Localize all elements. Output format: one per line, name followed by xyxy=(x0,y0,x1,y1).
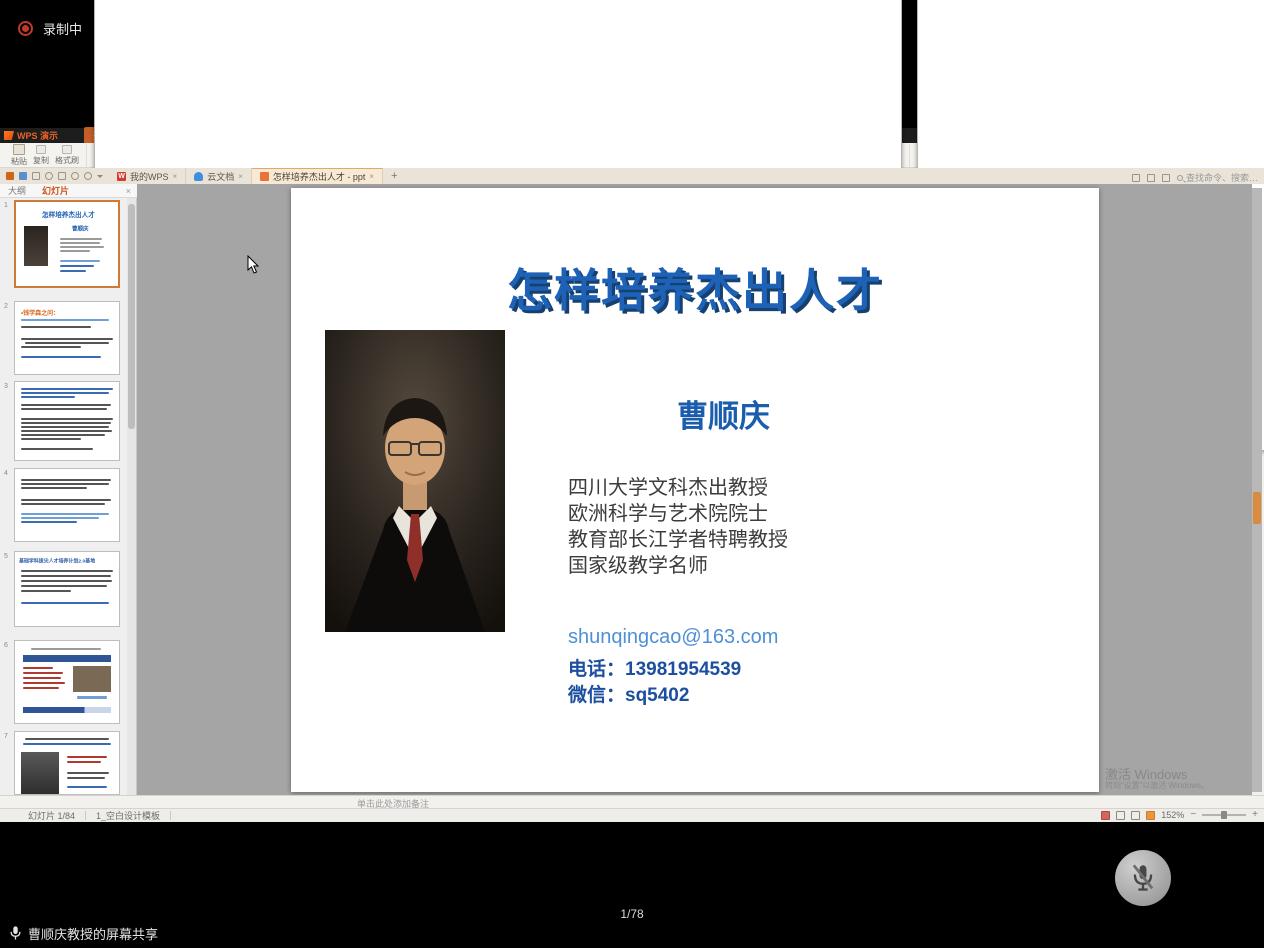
template-name: 1_空白设计模板 xyxy=(96,809,160,822)
wps-home-icon: W xyxy=(117,172,126,181)
redo-icon[interactable] xyxy=(84,172,92,180)
wps-logo-icon xyxy=(4,131,14,140)
presentation-file-icon xyxy=(260,172,269,181)
slide-wechat: 微信：sq5402 xyxy=(568,680,689,707)
thumb-photo xyxy=(21,752,59,794)
mouse-cursor xyxy=(247,255,261,275)
status-bar: 幻灯片 1/84 1_空白设计模板 xyxy=(0,808,1264,822)
author-portrait-photo xyxy=(325,330,505,632)
main-scrollbar[interactable] xyxy=(1252,188,1262,792)
thumb-photo xyxy=(24,226,48,266)
output-icon[interactable] xyxy=(32,172,40,180)
slide-author-name: 曹顺庆 xyxy=(677,391,770,436)
zoom-slider-knob[interactable] xyxy=(1221,811,1227,819)
mute-microphone-button[interactable] xyxy=(1115,850,1171,906)
current-slide[interactable]: 怎样培养杰出人才 曹顺庆 四川大学文科杰出教授 欧洲科学与艺术院院士 教育部长江… xyxy=(291,188,1099,792)
recording-indicator: 录制中 xyxy=(18,19,82,38)
recording-dot-icon xyxy=(18,21,33,36)
tab-wps-home[interactable]: W 我的WPS × xyxy=(109,168,186,184)
panel-scrollbar-thumb[interactable] xyxy=(128,204,135,429)
slide-phone: 电话：13981954539 xyxy=(568,654,741,681)
meeting-screen: 录制中 曹顺庆教授 WPS 演示 xyxy=(0,0,1264,948)
slide-thumbnail-5[interactable]: 基础学科拔尖人才培养计划2.0基地 xyxy=(14,551,120,627)
slide-thumbnail-2[interactable]: •钱学森之问： xyxy=(14,301,120,375)
close-panel-icon[interactable]: × xyxy=(126,186,131,196)
recording-label: 录制中 xyxy=(43,19,82,38)
wps-app-name: WPS 演示 xyxy=(17,129,58,142)
thumb-banner xyxy=(23,655,111,662)
undo-icon[interactable] xyxy=(71,172,79,180)
slide-email: shunqingcao@163.com xyxy=(568,626,778,649)
thumb-number: 3 xyxy=(4,383,12,390)
wps-ribbon: 粘贴 复制 格式刷 从当前开始 新建幻灯片 版式 xyxy=(0,143,1264,168)
thumb-photo xyxy=(73,666,111,692)
close-tab-icon[interactable]: × xyxy=(173,172,178,181)
slide-thumbnail-7[interactable] xyxy=(14,731,120,795)
slide-thumbnail-6[interactable] xyxy=(14,640,120,724)
tab-slides[interactable]: 幻灯片 xyxy=(34,184,77,197)
thumb-number: 7 xyxy=(4,733,12,740)
slide-title: 怎样培养杰出人才 xyxy=(291,254,1099,319)
command-search-box[interactable]: 查找命令、搜索… xyxy=(1177,171,1258,184)
tab-current-presentation[interactable]: 怎样培养杰出人才 - ppt × xyxy=(252,168,383,184)
new-tab-button[interactable]: + xyxy=(383,170,405,182)
paste-button[interactable]: 粘贴 xyxy=(11,144,27,167)
slide-thumbnail-4[interactable] xyxy=(14,468,120,542)
quick-access-toolbar xyxy=(0,172,109,180)
clipboard-icon xyxy=(13,144,25,155)
preview-icon[interactable] xyxy=(45,172,53,180)
share-label: 曹顺庆教授的屏幕共享 xyxy=(28,924,158,943)
spellcheck-icon[interactable] xyxy=(1101,811,1110,820)
tab-bar-right-icons: 查找命令、搜索… xyxy=(1132,171,1258,184)
mic-muted-icon xyxy=(1131,863,1155,893)
share-page-indicator: 1/78 xyxy=(0,907,1264,921)
format-painter-button[interactable]: 格式刷 xyxy=(55,145,79,166)
close-tab-icon[interactable]: × xyxy=(238,172,243,181)
main-scrollbar-thumb[interactable] xyxy=(1253,492,1261,524)
slide-credentials: 四川大学文科杰出教授 欧洲科学与艺术院院士 教育部长江学者特聘教授 国家级教学名… xyxy=(568,475,788,579)
save-icon[interactable] xyxy=(19,172,27,180)
zoom-slider[interactable] xyxy=(1202,814,1246,816)
panel-tab-bar: 大纲 幻灯片 × xyxy=(0,184,137,198)
thumb-number: 2 xyxy=(4,303,12,310)
thumb-number: 6 xyxy=(4,642,12,649)
document-tab-bar: W 我的WPS × 云文档 × 怎样培养杰出人才 - ppt × + xyxy=(0,168,1264,184)
cloud-icon xyxy=(194,172,203,181)
close-tab-icon[interactable]: × xyxy=(369,172,374,181)
slide-counter: 幻灯片 1/84 xyxy=(28,809,75,822)
list-icon[interactable] xyxy=(1162,174,1170,182)
quick-access-dropdown-icon[interactable] xyxy=(97,175,103,178)
notes-bar[interactable] xyxy=(0,795,1264,808)
thumb-number: 5 xyxy=(4,553,12,560)
thumb-progress xyxy=(23,707,111,713)
zoom-out-button[interactable]: − xyxy=(1190,811,1196,819)
tab-cloud-docs[interactable]: 云文档 × xyxy=(186,168,252,184)
share-mic-icon xyxy=(10,926,21,941)
search-icon xyxy=(1177,175,1183,181)
menu-icon[interactable] xyxy=(6,172,14,180)
wps-app-logo[interactable]: WPS 演示 xyxy=(0,129,66,142)
brush-icon xyxy=(62,145,72,154)
normal-view-icon[interactable] xyxy=(1116,811,1125,820)
thumb-number: 4 xyxy=(4,470,12,477)
zoom-in-button[interactable]: + xyxy=(1252,811,1258,819)
template-icon[interactable] xyxy=(1147,174,1155,182)
slide-thumbnail-1[interactable]: 怎样培养杰出人才 曹顺庆 xyxy=(14,200,120,288)
print-icon[interactable] xyxy=(58,172,66,180)
slide-sorter-icon[interactable] xyxy=(1131,811,1140,820)
status-bar-right: 152% − + xyxy=(1101,810,1258,820)
screen-share-strip: 曹顺庆教授的屏幕共享 xyxy=(10,924,158,943)
zoom-level: 152% xyxy=(1161,810,1184,820)
copy-button[interactable]: 复制 xyxy=(33,145,49,166)
tab-outline[interactable]: 大纲 xyxy=(0,184,34,197)
thumb-number: 1 xyxy=(4,202,12,209)
message-icon[interactable] xyxy=(1132,174,1140,182)
slide-thumbnail-3[interactable] xyxy=(14,381,120,461)
copy-icon xyxy=(36,145,46,154)
slideshow-play-icon[interactable] xyxy=(1146,811,1155,820)
windows-activation-watermark-sub: 转到“设置”以激活 Windows。 xyxy=(1105,780,1209,791)
